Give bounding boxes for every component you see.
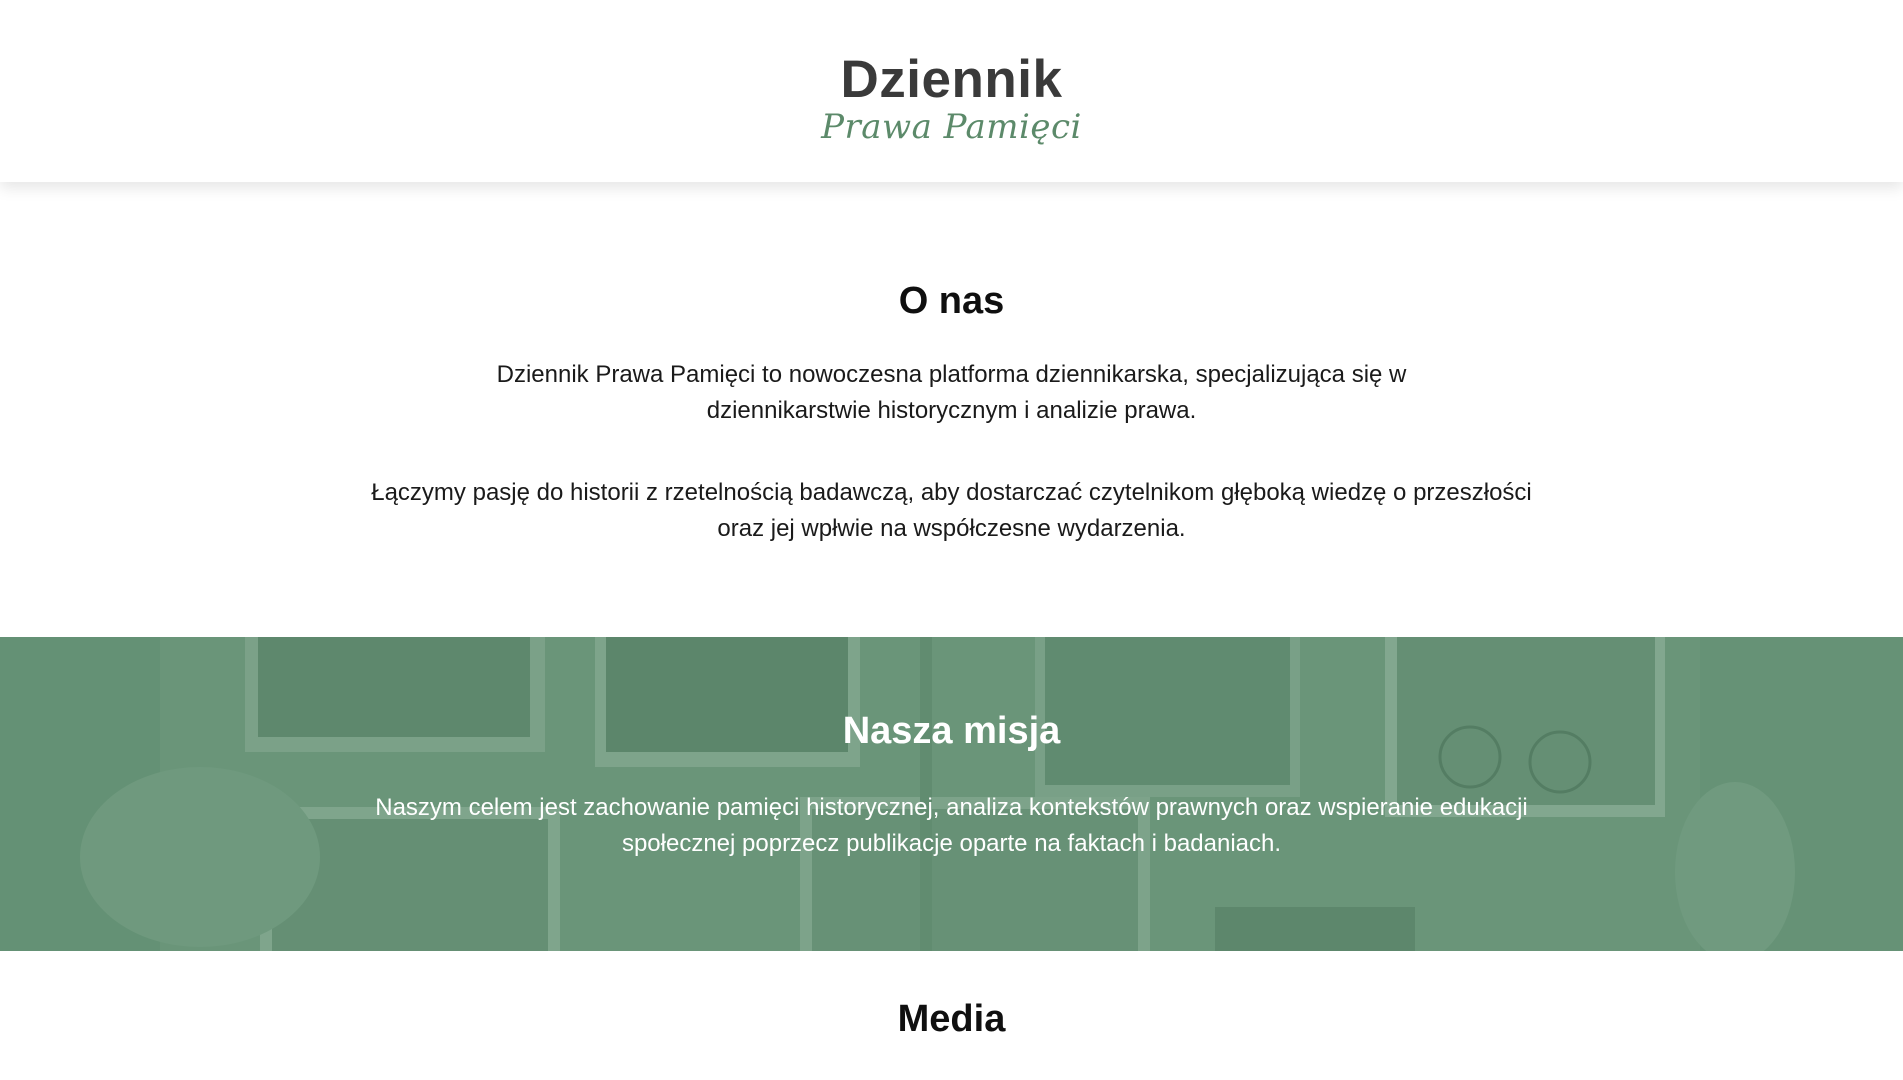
mission-section: Nasza misja Naszym celem jest zachowanie… bbox=[0, 637, 1903, 951]
logo-title: Dziennik bbox=[840, 50, 1063, 109]
mission-paragraph: Naszym celem jest zachowanie pamięci his… bbox=[375, 794, 1528, 857]
site-header: Dziennik Prawa Pamięci bbox=[0, 0, 1903, 182]
media-section: Media bbox=[0, 951, 1903, 1080]
site-logo[interactable]: Dziennik Prawa Pamięci bbox=[0, 48, 1903, 146]
about-section: O nas Dziennik Prawa Pamięci to nowoczes… bbox=[0, 182, 1903, 637]
logo-subtitle: Prawa Pamięci bbox=[821, 107, 1082, 147]
mission-heading: Nasza misja bbox=[842, 710, 1061, 752]
about-heading: O nas bbox=[898, 280, 1005, 322]
media-heading: Media bbox=[897, 998, 1006, 1040]
about-paragraph-2: Łączymy pasję do historii z rzetelnością… bbox=[371, 479, 1532, 542]
about-paragraph-1: Dziennik Prawa Pamięci to nowoczesna pla… bbox=[496, 361, 1407, 424]
